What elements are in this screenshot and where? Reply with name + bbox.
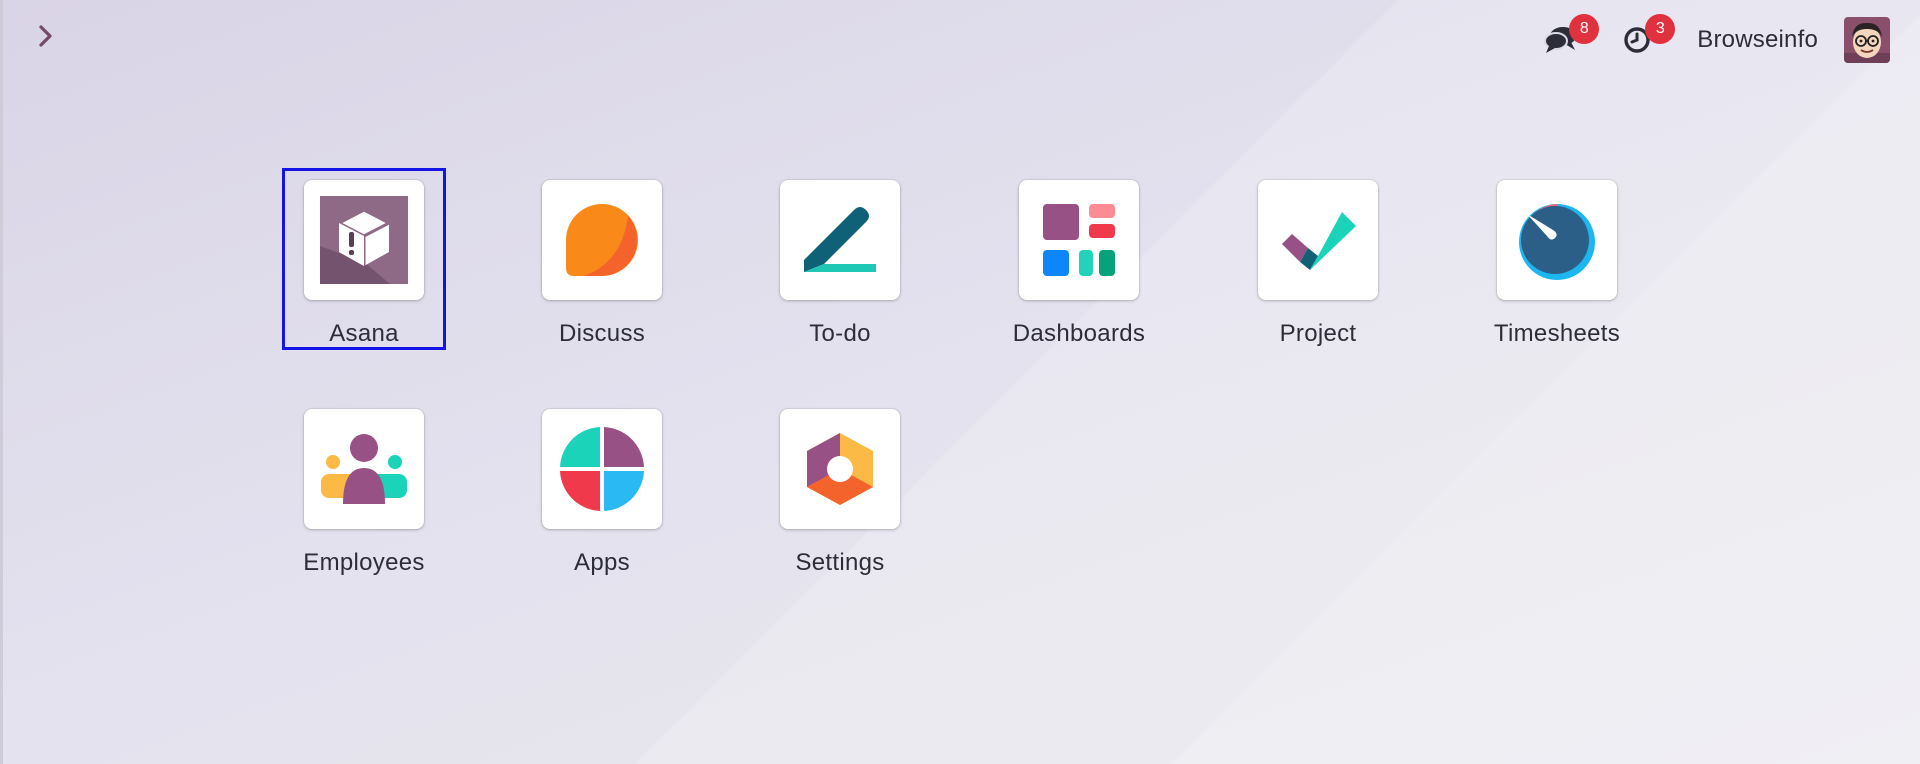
app-asana[interactable]: Asana [282, 168, 446, 350]
settings-app-icon [807, 433, 873, 505]
todo-app-icon [804, 207, 876, 272]
app-timesheets[interactable]: Timesheets [1475, 168, 1639, 350]
app-dashboards[interactable]: Dashboards [997, 168, 1161, 350]
app-tile [780, 180, 900, 300]
app-label: Dashboards [1012, 320, 1146, 347]
app-grid: Asana Discuss To-do Dashboards Project T… [0, 0, 1920, 764]
app-tile [542, 409, 662, 529]
app-tile [1258, 180, 1378, 300]
app-label: Apps [574, 549, 630, 576]
dashboards-app-icon [1043, 204, 1115, 276]
app-employees[interactable]: Employees [282, 397, 446, 579]
discuss-app-icon [566, 204, 638, 276]
app-label: Employees [303, 549, 425, 576]
timesheets-app-icon [1519, 204, 1595, 280]
app-discuss[interactable]: Discuss [520, 168, 684, 350]
app-tile [1019, 180, 1139, 300]
app-label: Timesheets [1493, 320, 1621, 347]
app-label: To-do [809, 320, 871, 347]
app-label: Asana [329, 320, 399, 347]
asana-app-icon [320, 196, 408, 284]
app-tile [304, 409, 424, 529]
app-project[interactable]: Project [1236, 168, 1400, 350]
app-tile [304, 180, 424, 300]
app-label: Discuss [558, 320, 646, 347]
app-label: Project [1279, 320, 1357, 347]
app-todo[interactable]: To-do [758, 168, 922, 350]
app-apps[interactable]: Apps [520, 397, 684, 579]
apps-app-icon [560, 427, 644, 511]
employees-app-icon [321, 434, 407, 504]
app-label: Settings [795, 549, 885, 576]
project-app-icon [1282, 212, 1356, 270]
app-settings[interactable]: Settings [758, 397, 922, 579]
app-tile [1497, 180, 1617, 300]
app-tile [542, 180, 662, 300]
app-tile [780, 409, 900, 529]
